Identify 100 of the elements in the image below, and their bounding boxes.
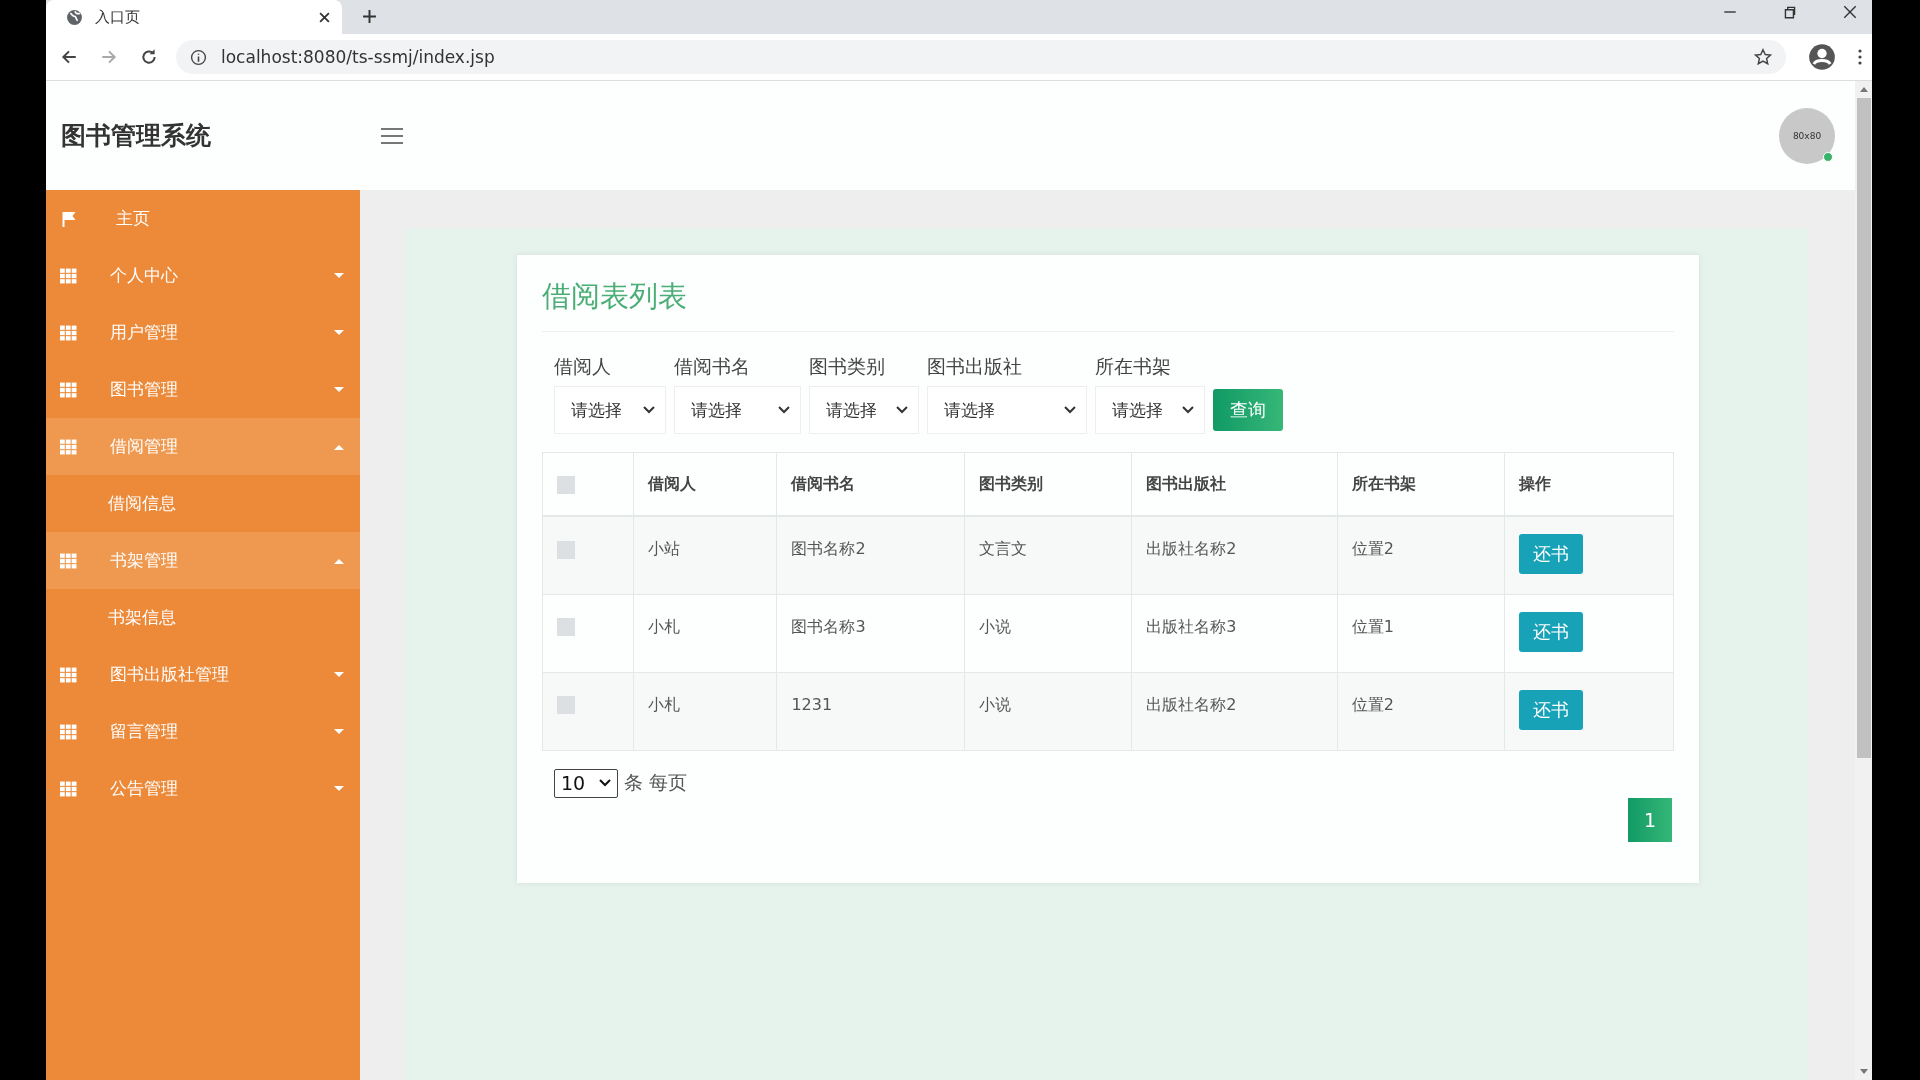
- column-header: 图书类别: [978, 473, 1043, 493]
- url-text: localhost:8080/ts-ssmj/index.jsp: [221, 47, 496, 67]
- page-size-select[interactable]: 10: [554, 768, 618, 798]
- return-button[interactable]: 还书: [1519, 534, 1584, 574]
- tab-title: 入口页: [95, 7, 141, 27]
- caret-icon: [334, 329, 344, 336]
- column-header: 操作: [1519, 473, 1552, 493]
- sidebar-subitem[interactable]: 书架信息: [46, 589, 360, 646]
- sidebar-item[interactable]: 图书管理: [46, 361, 360, 418]
- checkbox[interactable]: [557, 540, 575, 559]
- column-header: 图书出版社: [1146, 473, 1227, 493]
- return-button[interactable]: 还书: [1519, 611, 1584, 652]
- restore-icon[interactable]: [1782, 4, 1798, 20]
- back-icon[interactable]: [60, 48, 78, 66]
- table-cell: 小札: [648, 616, 681, 636]
- sidebar-item[interactable]: 公告管理: [46, 760, 360, 817]
- new-tab-icon[interactable]: [362, 9, 377, 24]
- caret-icon: [334, 443, 344, 450]
- chevron-icon: [1064, 406, 1076, 414]
- address-bar[interactable]: localhost:8080/ts-ssmj/index.jsp: [176, 40, 1786, 74]
- sidebar-item[interactable]: 借阅管理: [46, 418, 360, 475]
- close-icon[interactable]: [1842, 4, 1858, 20]
- grid-icon: [60, 552, 77, 569]
- table-cell: 图书名称3: [791, 616, 866, 636]
- caret-icon: [334, 671, 344, 678]
- sidebar-item[interactable]: 用户管理: [46, 304, 360, 361]
- sidebar-item[interactable]: 留言管理: [46, 703, 360, 760]
- account-icon[interactable]: [1808, 43, 1836, 71]
- caret-icon: [334, 785, 344, 792]
- column-header: 借阅书名: [791, 473, 856, 493]
- chevron-icon: [643, 406, 655, 414]
- table-cell: 出版社名称2: [1146, 694, 1237, 714]
- table-cell: 位置2: [1351, 539, 1394, 558]
- caret-icon: [334, 386, 344, 393]
- grid-icon: [60, 438, 77, 455]
- table-cell: 位置1: [1351, 616, 1394, 636]
- checkbox[interactable]: [557, 475, 575, 494]
- checkbox[interactable]: [557, 696, 575, 714]
- browser-tab[interactable]: 入口页: [46, 0, 342, 34]
- grid-icon: [60, 324, 77, 341]
- online-dot: [1823, 151, 1833, 162]
- caret-icon: [334, 272, 344, 279]
- filter-label: 所在书架: [1095, 354, 1172, 379]
- table-cell: 小说: [978, 616, 1011, 636]
- checkbox[interactable]: [557, 618, 575, 636]
- filter-label: 图书类别: [809, 354, 886, 379]
- table-cell: 小站: [648, 539, 681, 558]
- scroll-up-icon[interactable]: [1859, 87, 1868, 92]
- select-field[interactable]: 请选择: [809, 386, 919, 434]
- grid-icon: [60, 267, 77, 284]
- sidebar-item[interactable]: 个人中心: [46, 247, 360, 304]
- app-title: 图书管理系统: [61, 120, 212, 152]
- flag-icon: [60, 210, 77, 227]
- filter-label: 借阅人: [554, 354, 612, 379]
- info-icon: [190, 48, 207, 66]
- card-title: 借阅表列表: [542, 277, 1674, 332]
- table-cell: 1231: [791, 694, 833, 714]
- chevron-icon: [778, 406, 790, 414]
- grid-icon: [60, 381, 77, 398]
- grid-icon: [60, 666, 77, 683]
- avatar[interactable]: 80x80: [1779, 107, 1835, 164]
- select-field[interactable]: 请选择: [1095, 386, 1205, 434]
- star-icon[interactable]: [1754, 48, 1772, 66]
- return-button[interactable]: 还书: [1519, 689, 1584, 730]
- select-field[interactable]: 请选择: [927, 386, 1087, 434]
- sidebar-item[interactable]: 图书出版社管理: [46, 646, 360, 703]
- globe-icon: [66, 8, 83, 26]
- forward-icon[interactable]: [100, 48, 118, 66]
- sidebar-item[interactable]: 书架管理: [46, 532, 360, 589]
- table-cell: 位置2: [1351, 694, 1394, 714]
- query-button[interactable]: 查询: [1213, 389, 1283, 431]
- table-cell: 小说: [978, 694, 1011, 714]
- grid-icon: [60, 780, 77, 797]
- caret-icon: [334, 557, 344, 564]
- per-page-label: 条 每页: [624, 770, 688, 795]
- column-header: 借阅人: [648, 473, 697, 493]
- filter-label: 图书出版社: [927, 354, 1023, 379]
- filter-label: 借阅书名: [674, 354, 751, 379]
- table-cell: 出版社名称3: [1146, 616, 1237, 636]
- reload-icon[interactable]: [140, 48, 158, 66]
- column-header: 所在书架: [1351, 473, 1416, 493]
- grid-icon: [60, 723, 77, 740]
- select-field[interactable]: 请选择: [674, 386, 801, 434]
- sidebar-item[interactable]: 主页: [46, 190, 360, 247]
- table-cell: 图书名称2: [791, 539, 866, 558]
- scroll-down-icon[interactable]: [1859, 1069, 1868, 1074]
- menu-icon[interactable]: [1858, 49, 1862, 65]
- select-field[interactable]: 请选择: [554, 386, 666, 434]
- close-icon[interactable]: [319, 11, 330, 23]
- table-cell: 出版社名称2: [1146, 539, 1237, 558]
- chevron-icon: [1182, 406, 1194, 414]
- scrollbar[interactable]: [1855, 81, 1872, 1080]
- caret-icon: [334, 728, 344, 735]
- table-cell: 文言文: [978, 539, 1027, 558]
- chevron-icon: [599, 779, 611, 787]
- page-button[interactable]: 1: [1628, 797, 1672, 842]
- sidebar-subitem[interactable]: 借阅信息: [46, 475, 360, 532]
- menu-icon[interactable]: [381, 127, 403, 144]
- chevron-icon: [896, 406, 908, 414]
- table-cell: 小札: [648, 694, 681, 714]
